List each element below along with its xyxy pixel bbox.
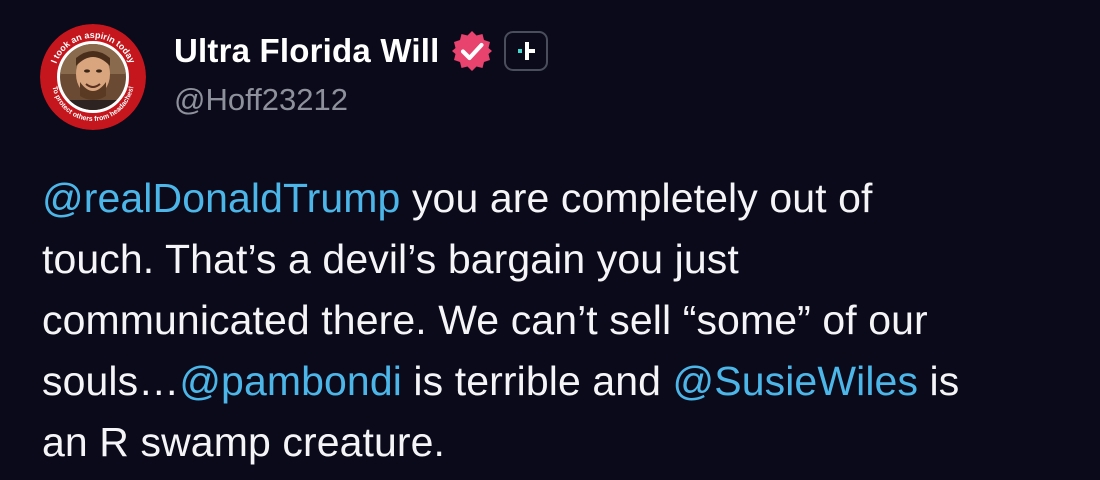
mention-link[interactable]: @pambondi — [179, 358, 402, 404]
avatar[interactable]: I took an aspirin today To protect other… — [40, 24, 146, 130]
tweet-line-3: communicated there. We can’t sell “some”… — [42, 290, 1082, 351]
tweet-text-segment: is terrible and — [401, 358, 673, 404]
post-header: Ultra Florida Will @Hoff23212 — [174, 26, 548, 136]
tweet-text: @realDonaldTrump you are completely out … — [42, 168, 1082, 473]
verified-badge-icon[interactable] — [450, 29, 494, 73]
mention-link[interactable]: @SusieWiles — [673, 358, 919, 404]
display-name[interactable]: Ultra Florida Will — [174, 32, 440, 70]
tweet-text-segment: is — [918, 358, 960, 404]
post-card: I took an aspirin today To protect other… — [0, 0, 1100, 480]
mention-link[interactable]: @realDonaldTrump — [42, 175, 400, 221]
tweet-line-5: an R swamp creature. — [42, 412, 1082, 473]
tweet-line-2: touch. That’s a devil’s bargain you just — [42, 229, 1082, 290]
tweet-line-4: souls…@pambondi is terrible and @SusieWi… — [42, 351, 1082, 412]
name-row: Ultra Florida Will — [174, 26, 548, 76]
tweet-text-segment: you are completely out of — [400, 175, 873, 221]
subscribe-plus-icon[interactable] — [503, 31, 548, 71]
tweet-line-1: @realDonaldTrump you are completely out … — [42, 168, 1082, 229]
tweet-text-segment: souls… — [42, 358, 180, 404]
tweet-text-segment: communicated there. We can’t sell “some”… — [42, 297, 928, 343]
tweet-text-segment: an R swamp creature. — [42, 419, 446, 465]
user-handle[interactable]: @Hoff23212 — [174, 82, 548, 118]
tweet-text-segment: touch. That’s a devil’s bargain you just — [42, 236, 739, 282]
